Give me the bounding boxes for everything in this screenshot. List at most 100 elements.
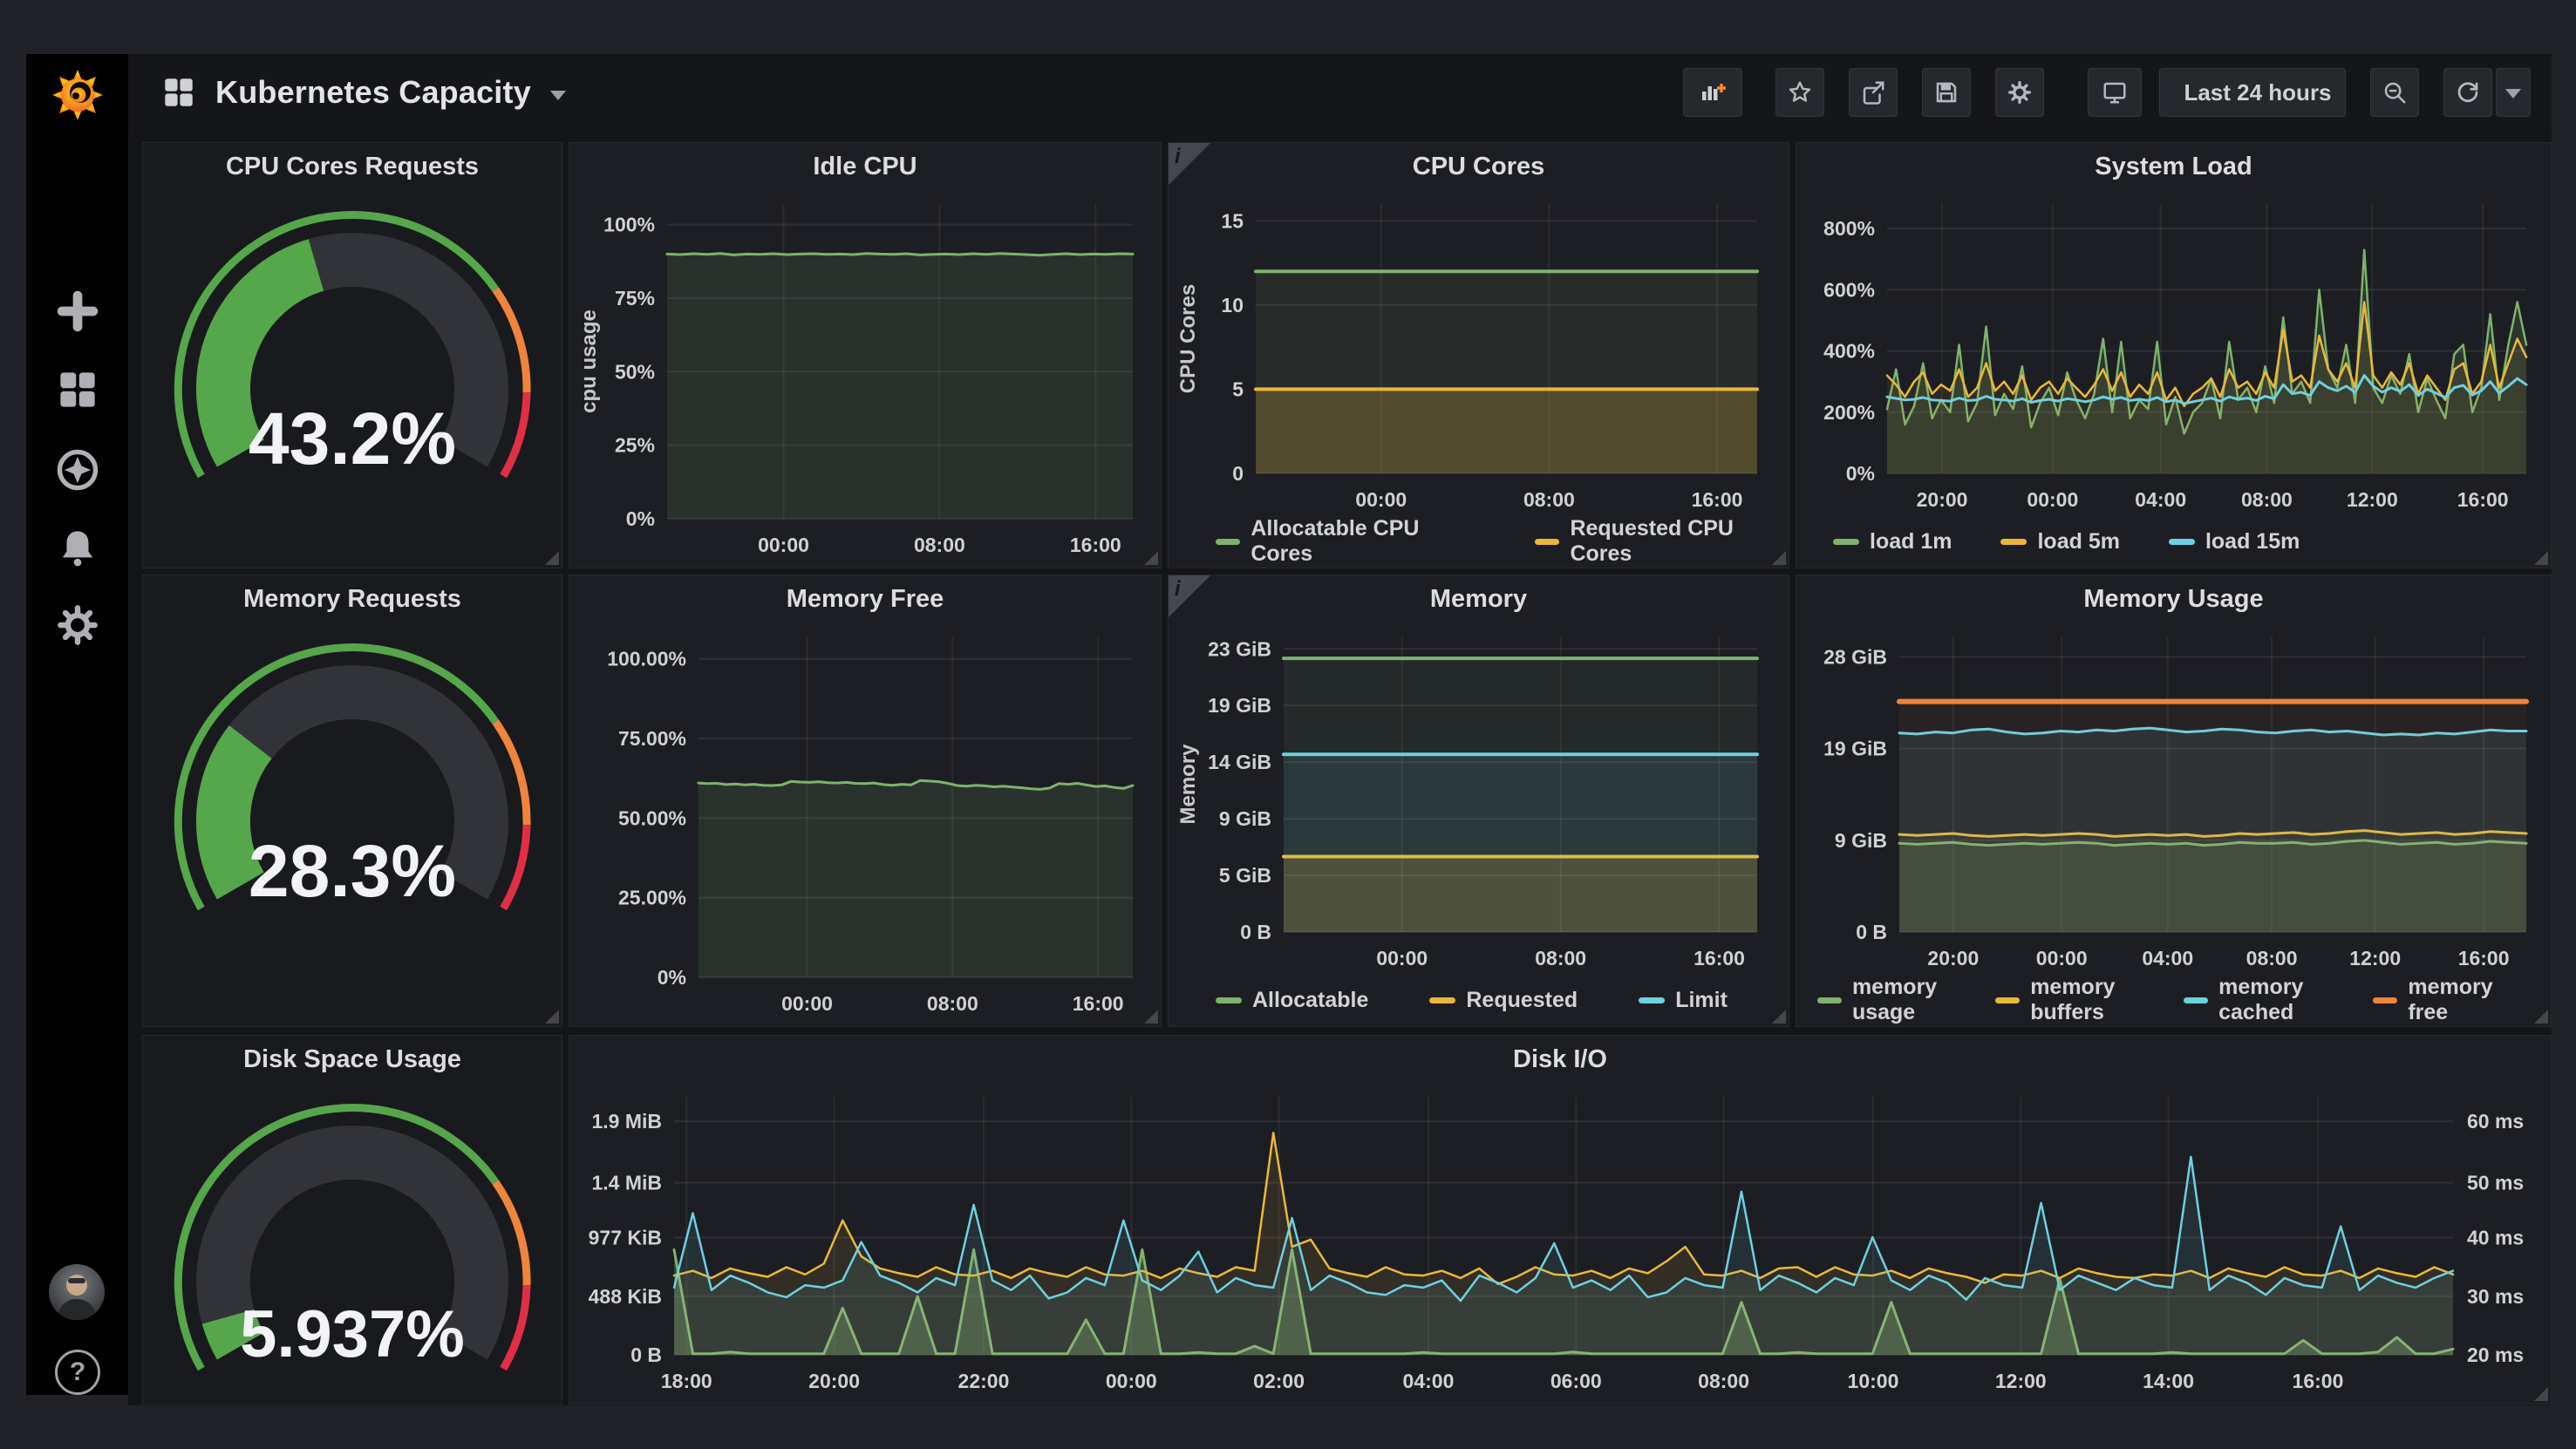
idle-cpu-chart[interactable]: 0%25%50%75%100%00:0008:0016:00cpu usage xyxy=(569,190,1161,564)
memory-free-chart[interactable]: 0%25.00%50.00%75.00%100.00%00:0008:0016:… xyxy=(569,622,1161,1023)
legend-item[interactable]: load 15m xyxy=(2169,529,2300,554)
svg-text:15: 15 xyxy=(1221,209,1244,232)
panel-title[interactable]: CPU Cores xyxy=(1169,143,1789,190)
panel-title[interactable]: Memory Free xyxy=(569,575,1161,622)
zoom-out-button[interactable] xyxy=(2370,68,2419,117)
create-plus-icon[interactable] xyxy=(56,289,99,333)
svg-text:08:00: 08:00 xyxy=(2246,947,2298,969)
legend-item[interactable]: Allocatable xyxy=(1216,988,1368,1013)
resize-handle-icon[interactable] xyxy=(1772,1010,1786,1024)
svg-text:04:00: 04:00 xyxy=(1403,1370,1455,1392)
panel-idle-cpu: Idle CPU 0%25%50%75%100%00:0008:0016:00c… xyxy=(569,142,1162,568)
explore-compass-icon[interactable] xyxy=(56,448,99,492)
svg-text:20:00: 20:00 xyxy=(808,1370,860,1392)
panel-title[interactable]: Memory Usage xyxy=(1796,575,2551,622)
svg-text:00:00: 00:00 xyxy=(2027,488,2078,511)
dashboards-grid-icon[interactable] xyxy=(56,368,99,412)
time-range-button[interactable]: Last 24 hours xyxy=(2159,68,2346,117)
resize-handle-icon[interactable] xyxy=(2534,1010,2548,1024)
alerting-bell-icon[interactable] xyxy=(56,527,99,570)
panel-memory: i Memory 0 B5 GiB9 GiB14 GiB19 GiB23 GiB… xyxy=(1168,575,1789,1027)
svg-text:100%: 100% xyxy=(603,214,655,236)
svg-text:5 GiB: 5 GiB xyxy=(1219,864,1271,887)
svg-text:10: 10 xyxy=(1221,294,1244,316)
add-panel-button[interactable] xyxy=(1683,68,1742,117)
memory-chart[interactable]: 0 B5 GiB9 GiB14 GiB19 GiB23 GiB00:0008:0… xyxy=(1169,622,1789,977)
svg-text:00:00: 00:00 xyxy=(1355,488,1407,511)
refresh-interval-caret-button[interactable] xyxy=(2496,68,2531,117)
panel-title[interactable]: Disk I/O xyxy=(569,1036,2551,1083)
svg-text:cpu usage: cpu usage xyxy=(577,310,601,413)
refresh-button[interactable] xyxy=(2443,68,2492,117)
memory-usage-chart[interactable]: 0 B9 GiB19 GiB28 GiB20:0000:0004:0008:00… xyxy=(1796,622,2551,977)
legend-item[interactable]: Requested CPU Cores xyxy=(1535,516,1789,567)
resize-handle-icon[interactable] xyxy=(545,551,559,565)
panel-title[interactable]: Memory Requests xyxy=(143,575,562,622)
svg-text:50.00%: 50.00% xyxy=(618,806,686,829)
svg-text:9 GiB: 9 GiB xyxy=(1219,807,1271,830)
svg-text:16:00: 16:00 xyxy=(2457,488,2509,511)
svg-text:0 B: 0 B xyxy=(1240,921,1271,943)
svg-text:1.9 MiB: 1.9 MiB xyxy=(591,1110,662,1133)
tv-mode-button[interactable] xyxy=(2088,68,2142,117)
save-button[interactable] xyxy=(1922,68,1971,117)
resize-handle-icon[interactable] xyxy=(1144,1010,1158,1024)
system-load-chart[interactable]: 0%200%400%600%800%20:0000:0004:0008:0012… xyxy=(1796,190,2551,519)
resize-handle-icon[interactable] xyxy=(545,1010,559,1024)
user-avatar[interactable] xyxy=(49,1264,105,1320)
panel-title[interactable]: Memory xyxy=(1169,575,1789,622)
configuration-gear-icon[interactable] xyxy=(56,603,99,647)
svg-text:04:00: 04:00 xyxy=(2142,947,2193,969)
disk-io-chart[interactable]: 0 B488 KiB977 KiB1.4 MiB1.9 MiB20 ms30 m… xyxy=(569,1083,2551,1400)
legend-item[interactable]: Requested xyxy=(1429,988,1578,1013)
svg-text:16:00: 16:00 xyxy=(1692,488,1743,511)
legend-item[interactable]: Limit xyxy=(1639,988,1728,1013)
settings-gear-button[interactable] xyxy=(1995,68,2044,117)
svg-text:20:00: 20:00 xyxy=(1917,488,1968,511)
dashboard-title[interactable]: Kubernetes Capacity xyxy=(215,74,531,111)
panel-title[interactable]: CPU Cores Requests xyxy=(143,143,562,190)
dashboard-picker-icon[interactable] xyxy=(161,75,196,110)
legend-item[interactable]: load 5m xyxy=(2000,529,2119,554)
svg-text:100.00%: 100.00% xyxy=(607,648,686,670)
legend-item[interactable]: load 1m xyxy=(1833,529,1952,554)
panel-system-load: System Load 0%200%400%600%800%20:0000:00… xyxy=(1796,142,2552,568)
legend-item[interactable]: memory buffers xyxy=(1995,975,2184,1025)
resize-handle-icon[interactable] xyxy=(1772,551,1786,565)
legend-item[interactable]: Allocatable CPU Cores xyxy=(1216,516,1474,567)
legend-item[interactable]: memory usage xyxy=(1817,975,1995,1025)
dashboard-title-caret-icon[interactable] xyxy=(550,91,566,100)
help-icon[interactable]: ? xyxy=(55,1350,100,1395)
grafana-logo[interactable] xyxy=(49,66,106,124)
star-button[interactable] xyxy=(1775,68,1824,117)
share-button[interactable] xyxy=(1849,68,1898,117)
svg-text:04:00: 04:00 xyxy=(2135,488,2186,511)
panel-info-corner[interactable]: i xyxy=(1169,143,1210,185)
panel-title[interactable]: Idle CPU xyxy=(569,143,1161,190)
resize-handle-icon[interactable] xyxy=(2534,551,2548,565)
resize-handle-icon[interactable] xyxy=(1144,551,1158,565)
svg-text:0 B: 0 B xyxy=(1856,921,1887,943)
legend-item[interactable]: memory cached xyxy=(2184,975,2373,1025)
svg-text:60 ms: 60 ms xyxy=(2467,1110,2524,1133)
svg-text:200%: 200% xyxy=(1823,401,1875,424)
disk-space-usage-gauge[interactable]: 5.937% xyxy=(143,1083,562,1379)
panel-title[interactable]: System Load xyxy=(1796,143,2551,190)
legend-item[interactable]: memory free xyxy=(2373,975,2530,1025)
svg-text:0 B: 0 B xyxy=(630,1344,662,1366)
cpu-cores-chart[interactable]: 05101500:0008:0016:00CPU Cores xyxy=(1169,190,1789,519)
panel-title[interactable]: Disk Space Usage xyxy=(143,1036,562,1083)
panel-info-corner[interactable]: i xyxy=(1169,575,1210,617)
panel-disk-io: Disk I/O 0 B488 KiB977 KiB1.4 MiB1.9 MiB… xyxy=(569,1035,2552,1405)
cpu-cores-requests-gauge[interactable]: 43.2% xyxy=(143,190,562,556)
memory-requests-gauge[interactable]: 28.3% xyxy=(143,622,562,1015)
svg-text:400%: 400% xyxy=(1823,340,1875,363)
svg-text:16:00: 16:00 xyxy=(2293,1370,2344,1392)
svg-text:1.4 MiB: 1.4 MiB xyxy=(591,1172,662,1194)
dashboard-header: Kubernetes Capacity xyxy=(128,54,2552,131)
svg-text:28.3%: 28.3% xyxy=(249,830,456,912)
svg-text:19 GiB: 19 GiB xyxy=(1208,694,1271,717)
resize-handle-icon[interactable] xyxy=(2534,1387,2548,1401)
svg-text:12:00: 12:00 xyxy=(2347,488,2398,511)
svg-text:06:00: 06:00 xyxy=(1550,1370,1602,1392)
